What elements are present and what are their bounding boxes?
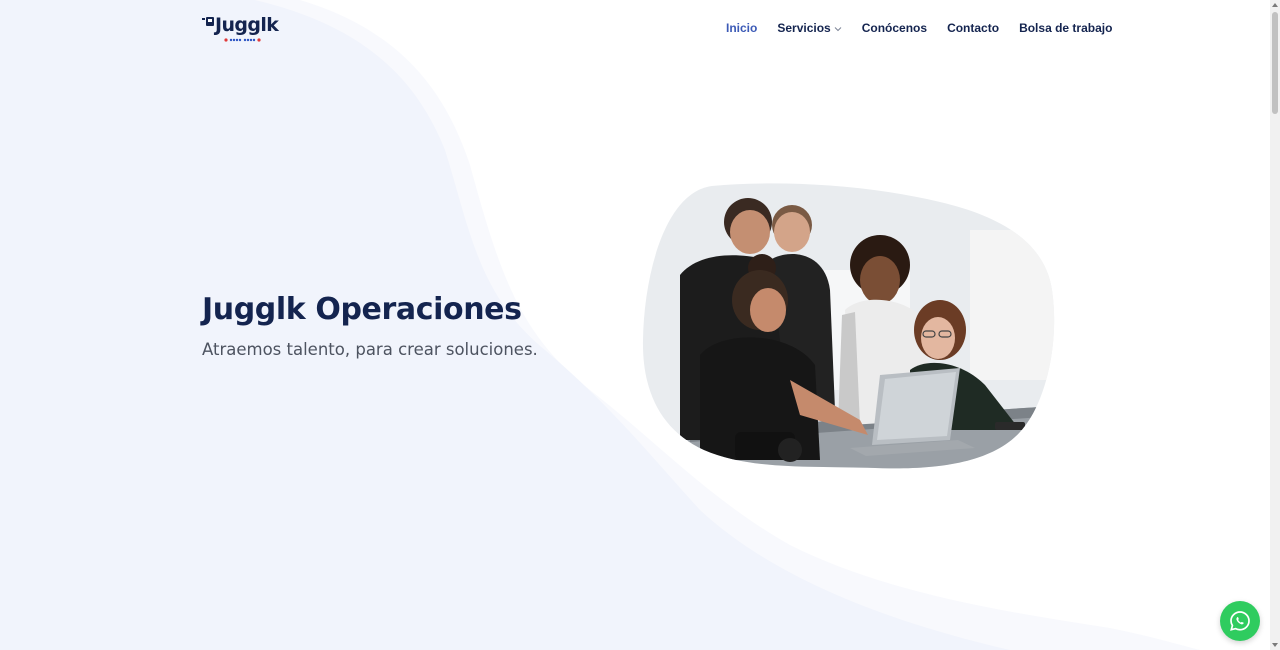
nav-item-bolsa-de-trabajo[interactable]: Bolsa de trabajo	[1019, 19, 1112, 37]
logo-dots	[224, 38, 261, 42]
logo-text: Jugglk	[215, 14, 279, 36]
main-nav: Inicio Servicios Conócenos Contacto Bols…	[726, 19, 1112, 37]
scroll-up-arrow-icon[interactable]	[1272, 3, 1278, 7]
nav-item-contacto[interactable]: Contacto	[947, 19, 999, 37]
nav-item-servicios[interactable]: Servicios	[777, 19, 842, 37]
hero-team-photo	[642, 183, 1055, 469]
site-header: Jugglk Inicio Servicios Conócenos Contac…	[0, 0, 1270, 56]
nav-item-inicio[interactable]: Inicio	[726, 19, 757, 37]
nav-item-label: Contacto	[947, 21, 1000, 35]
scroll-down-arrow-icon[interactable]	[1272, 643, 1278, 647]
nav-item-label: Servicios	[777, 21, 831, 35]
page-scrollbar[interactable]	[1270, 0, 1280, 650]
page: Jugglk Inicio Servicios Conócenos Contac…	[0, 0, 1280, 650]
logo-mark-icon	[202, 17, 214, 26]
whatsapp-icon	[1230, 611, 1250, 631]
logo[interactable]: Jugglk	[202, 12, 286, 44]
hero-subtitle: Atraemos talento, para crear soluciones.	[202, 340, 538, 359]
whatsapp-button[interactable]	[1220, 601, 1260, 641]
chevron-down-icon	[834, 26, 842, 31]
nav-item-conocenos[interactable]: Conócenos	[862, 19, 927, 37]
nav-item-label: Bolsa de trabajo	[1019, 21, 1113, 35]
nav-item-label: Conócenos	[861, 21, 928, 35]
nav-item-label: Inicio	[726, 21, 758, 35]
scroll-thumb[interactable]	[1272, 12, 1278, 114]
hero-title: Jugglk Operaciones	[202, 292, 522, 327]
